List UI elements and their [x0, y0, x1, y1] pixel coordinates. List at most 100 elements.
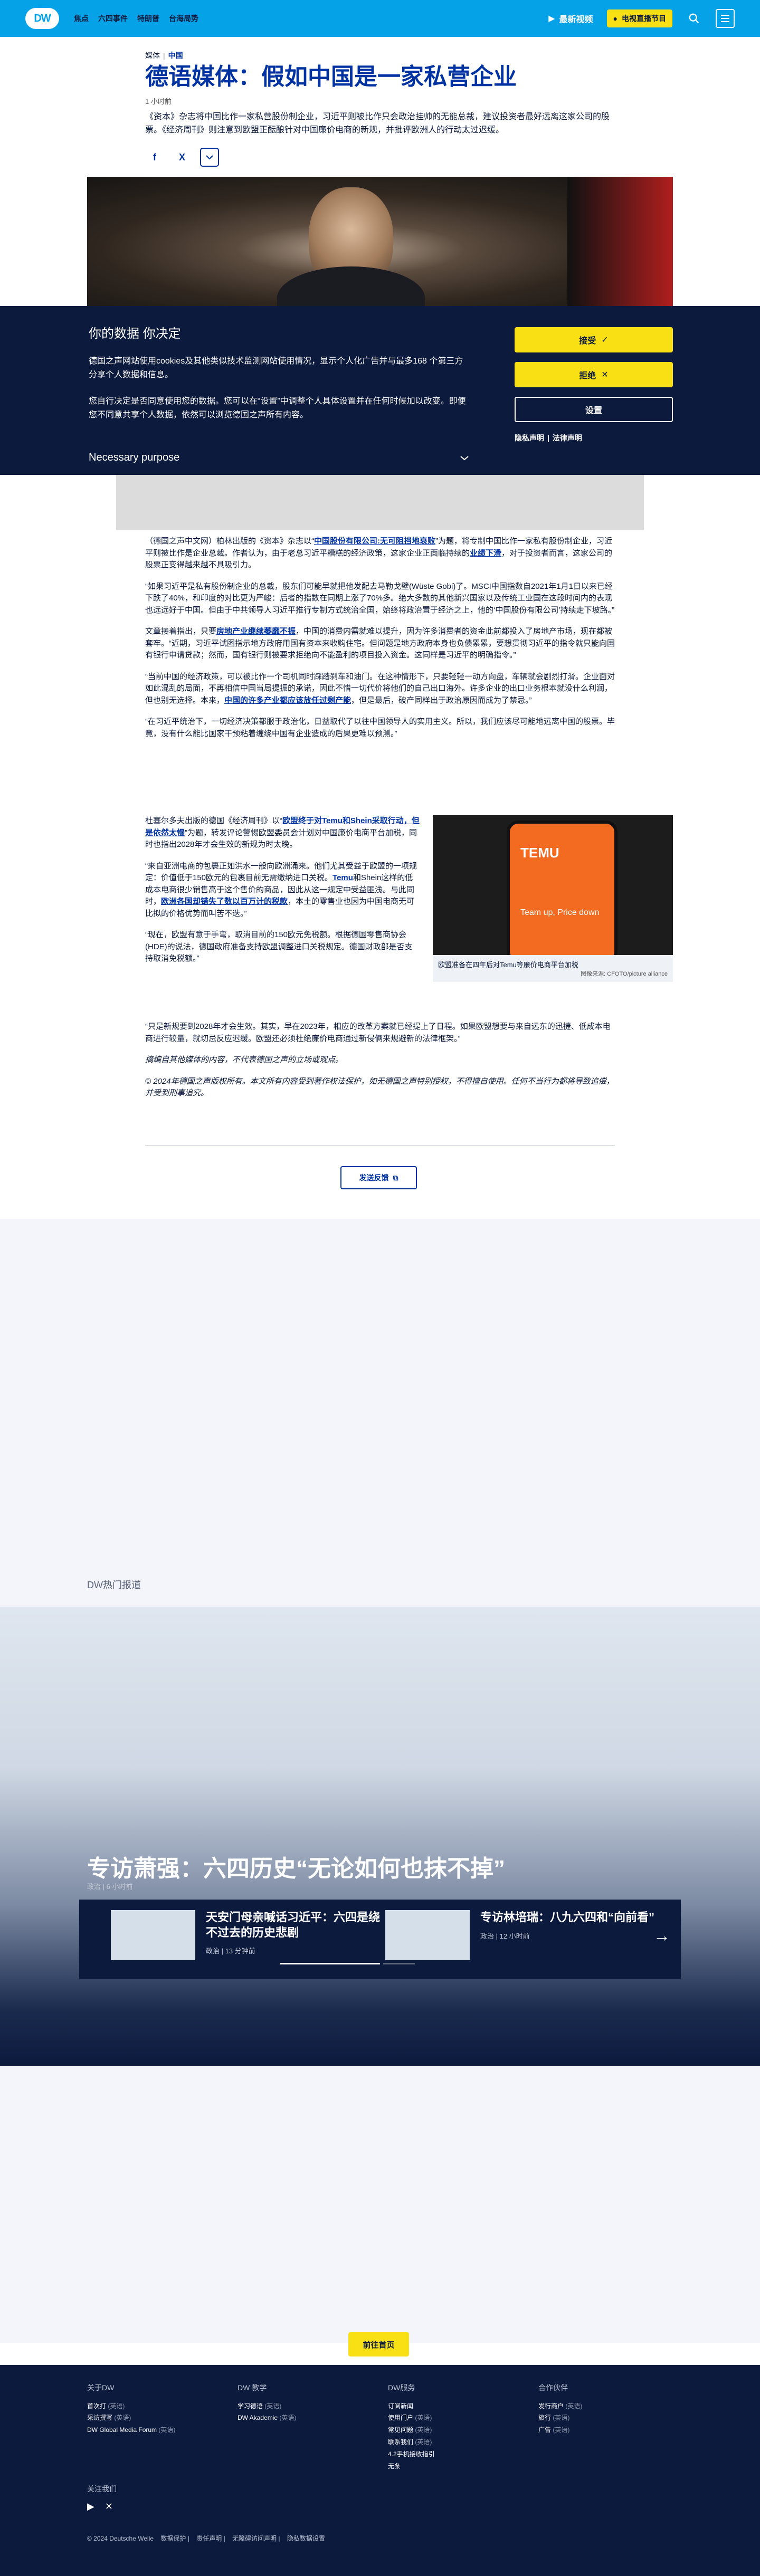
follow-us-label: 关注我们 — [87, 2485, 117, 2493]
footer-link[interactable]: DW Global Media Forum (英语) — [87, 2424, 175, 2436]
reject-button[interactable]: 拒绝 ✕ — [515, 362, 673, 387]
paragraph: “如果习近平是私有股份制企业的总裁，股东们可能早就把他发配去马勒戈壁(Wüste… — [145, 581, 615, 615]
figure-caption: 欧盟准备在四年后对Temu等廉价电商平台加税 — [438, 961, 578, 969]
reject-label: 拒绝 — [579, 371, 596, 380]
carousel-next-arrow-icon[interactable]: → — [653, 1926, 670, 1945]
necessary-purpose-toggle[interactable]: Necessary purpose — [89, 452, 469, 464]
footer-link[interactable]: 常见问题 (英语) — [388, 2424, 435, 2436]
card-meta: 政治 | 12 小时前 — [480, 1932, 530, 1940]
trending-carousel: 天安门母亲喊话习近平：六四是绕不过去的历史悲剧 政治 | 13 分钟前 专访林培… — [79, 1900, 681, 1979]
inline-link[interactable]: Temu — [332, 873, 353, 882]
footer-link[interactable]: 无条 — [388, 2460, 435, 2473]
paragraph: “现在，欧盟有意于手弯，取消目前的150欧元免税额。根据德国零售商协会(HDE)… — [145, 930, 413, 963]
phone-slogan: Team up, Price down — [520, 908, 600, 917]
figure-caption-box: 欧盟准备在四年后对Temu等廉价电商平台加税 图像来源: CFOTO/pictu… — [433, 955, 673, 982]
legal-notice-link[interactable]: 责任声明 — [196, 2535, 222, 2542]
close-icon: ✕ — [601, 370, 609, 379]
figure-image[interactable]: TEMU Team up, Price down — [433, 815, 673, 955]
more-share-button[interactable] — [200, 148, 219, 167]
live-tv-label: 电视直播节目 — [622, 14, 666, 23]
card-thumbnail — [385, 1910, 470, 1960]
breadcrumb-category[interactable]: 中国 — [168, 51, 183, 60]
nav-link-june4[interactable]: 六四事件 — [98, 13, 128, 24]
footer-link[interactable]: 4.2手机接收指引 — [388, 2448, 435, 2460]
facebook-share-button[interactable]: f — [145, 148, 164, 167]
cookie-text-2: 您自行决定是否同意使用您的数据。您可以在“设置”中调整个人具体设置并在任何时候加… — [89, 397, 466, 419]
footer-heading: DW服务 — [388, 2383, 415, 2392]
accept-button[interactable]: 接受 ✓ — [515, 327, 673, 352]
paragraph: 文章接着指出，只要房地产业继续萎靡不振，中国的消费内需就难以提升，因为许多消费者… — [145, 627, 615, 660]
x-icon[interactable]: ✕ — [105, 2501, 113, 2512]
legal-link[interactable]: 法律声明 — [553, 434, 582, 442]
page-title: 德语媒体：假如中国是一家私营企业 — [145, 64, 517, 90]
footer-link[interactable]: 联系我们 (英语) — [388, 2436, 435, 2448]
article-figure: TEMU Team up, Price down 欧盟准备在四年后对Temu等廉… — [433, 815, 673, 982]
paragraph: “只是新规要到2028年才会生效。其实，早在2023年，相应的改革方案就已经提上… — [145, 1022, 611, 1043]
hero-suit — [277, 266, 425, 309]
card-thumbnail — [111, 1910, 195, 1960]
paragraph: “当前中国的经济政策，可以被比作一个司机同时踩踏刹车和油门。在这种情形下，只要轻… — [145, 672, 615, 705]
search-button[interactable] — [686, 11, 702, 26]
trending-hero-image[interactable] — [0, 1607, 760, 2066]
x-share-button[interactable]: X — [173, 148, 192, 167]
cookie-text-1: 德国之声网站使用cookies及其他类似技术监测网站使用情况，显示个人化广告并与… — [89, 357, 463, 379]
dw-logo[interactable]: DW — [25, 8, 59, 29]
footer-link[interactable]: 学习德语 (英语) — [238, 2400, 296, 2412]
settings-button[interactable]: 设置 — [515, 397, 673, 422]
footer-link[interactable]: 首次打 (英语) — [87, 2400, 175, 2412]
inline-link[interactable]: 中国股份有限公司:无可阻挡地衰败 — [314, 537, 435, 546]
footer-link[interactable]: 发行商户 (英语) — [538, 2400, 582, 2412]
live-dot-icon: ● — [613, 14, 618, 23]
footer-link[interactable]: DW Akademie (英语) — [238, 2412, 296, 2424]
inline-link[interactable]: 中国的许多产业都应该放任过剩产能 — [224, 696, 351, 705]
x-icon: X — [178, 151, 185, 163]
latest-videos-label: 最新视频 — [559, 15, 593, 24]
phone-brand: TEMU — [520, 845, 559, 861]
trending-hero-title[interactable]: 专访萧强：六四历史“无论如何也抹不掉” — [87, 1849, 505, 1883]
nav-link-trump[interactable]: 特朗普 — [137, 13, 159, 24]
accept-label: 接受 — [579, 337, 596, 346]
footer-link[interactable]: 旅行 (英语) — [538, 2412, 582, 2424]
footer-link[interactable]: 使用门户 (英语) — [388, 2412, 435, 2424]
youtube-icon[interactable]: ▶ — [87, 2501, 94, 2512]
inline-link[interactable]: 欧洲各国却错失了数以百万计的税款 — [161, 897, 288, 906]
article-body-top: （德国之声中文网）柏林出版的《资本》杂志以“中国股份有限公司:无可阻挡地衰败”为… — [145, 536, 615, 749]
chevron-down-icon — [206, 155, 213, 160]
facebook-icon: f — [153, 151, 156, 163]
footer-link[interactable]: 采访撰写 (英语) — [87, 2412, 175, 2424]
nav-link-focus[interactable]: 焦点 — [74, 13, 89, 24]
inline-link[interactable]: 业绩下滑 — [470, 549, 501, 558]
share-bar: f X — [145, 148, 219, 167]
top-navigation-bar: DW 焦点 六四事件 特朗普 台海局势 ▶ 最新视频 ● 电视直播节目 — [0, 0, 760, 37]
send-feedback-button[interactable]: 发送反馈 ⧉ — [340, 1166, 417, 1189]
menu-button[interactable] — [716, 9, 735, 28]
carousel-card[interactable]: 专访林培瑞：八九六四和“向前看” 政治 | 12 小时前 — [385, 1910, 654, 1960]
trending-hero-meta: 政治 | 6 小时前 — [87, 1883, 133, 1891]
chevron-down-icon — [460, 455, 469, 460]
go-home-button[interactable]: 前往首页 — [348, 2332, 409, 2356]
carousel-card[interactable]: 天安门母亲喊话习近平：六四是绕不过去的历史悲剧 政治 | 13 分钟前 — [111, 1910, 380, 1960]
breadcrumb: 媒体 | 中国 — [145, 51, 183, 60]
data-protection-link[interactable]: 数据保护 — [160, 2535, 186, 2542]
footer-link[interactable]: 广告 (英语) — [538, 2424, 582, 2436]
privacy-link[interactable]: 隐私声明 — [515, 434, 544, 442]
play-icon: ▶ — [548, 14, 555, 23]
latest-videos-link[interactable]: ▶ 最新视频 — [548, 12, 593, 25]
footer-heading: 关于DW — [87, 2383, 115, 2392]
article-body-left-column: 杜塞尔多夫出版的德国《经济周刊》以“欧盟终于对Temu和Shein采取行动，但是… — [145, 815, 420, 975]
footer-col-learn: DW 教学 学习德语 (英语) DW Akademie (英语) — [238, 2381, 296, 2424]
send-feedback-label: 发送反馈 — [359, 1173, 389, 1182]
footer-col-about: 关于DW 首次打 (英语) 采访撰写 (英语) DW Global Media … — [87, 2381, 175, 2436]
inline-link[interactable]: 房地产业继续萎靡不振 — [216, 627, 296, 636]
nav-link-taiwan[interactable]: 台海局势 — [169, 13, 198, 24]
editorial-note: 摘编自其他媒体的内容，不代表德国之声的立场或观点。 — [145, 1055, 344, 1064]
footer-bottom-links: © 2024 Deutsche Welle 数据保护 | 责任声明 | 无障碍访… — [87, 2535, 325, 2542]
footer-link[interactable]: 订阅新闻 — [388, 2400, 435, 2412]
social-links: ▶ ✕ — [87, 2501, 113, 2512]
accessibility-link[interactable]: 无障碍访问声明 — [232, 2535, 277, 2542]
article-timestamp: 1 小时前 — [145, 98, 172, 106]
live-tv-button[interactable]: ● 电视直播节目 — [606, 9, 672, 27]
privacy-settings-link[interactable]: 隐私数据设置 — [287, 2535, 325, 2542]
cookie-title: 你的数据 你决定 — [89, 327, 181, 341]
paragraph: （德国之声中文网）柏林出版的《资本》杂志以“中国股份有限公司:无可阻挡地衰败”为… — [145, 537, 613, 569]
